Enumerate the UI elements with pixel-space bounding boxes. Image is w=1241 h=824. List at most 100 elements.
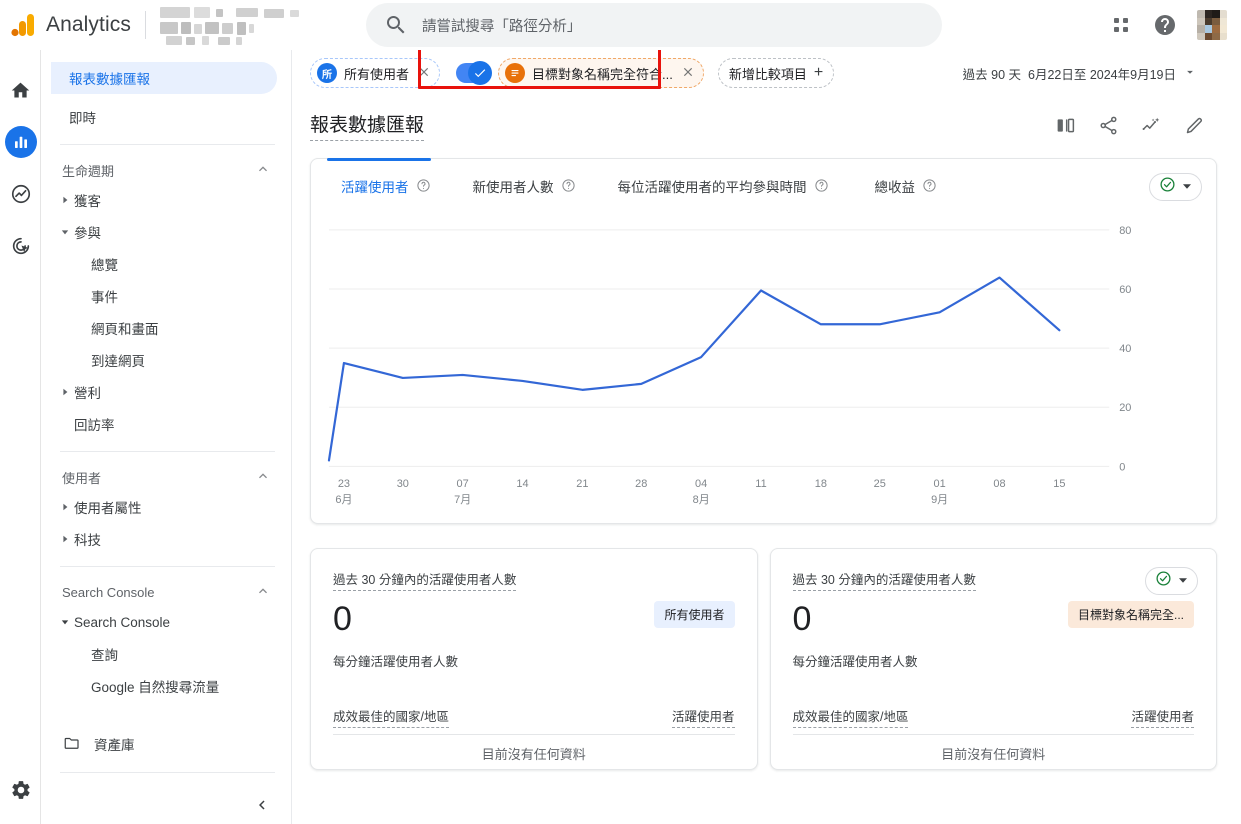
top-bar: Analytics 請嘗試搜尋「路徑分析」 [0, 0, 1241, 50]
page-actions [1055, 115, 1205, 136]
svg-text:23: 23 [338, 478, 350, 490]
sidebar-group-user[interactable]: 使用者 [41, 463, 291, 491]
svg-text:01: 01 [934, 478, 946, 490]
top-bar-actions [1109, 0, 1227, 50]
sidebar-group-label: Search Console [62, 584, 155, 600]
tab-avg-engagement-time[interactable]: 每位活躍使用者的平均參與時間 [604, 159, 843, 212]
svg-text:7月: 7月 [454, 494, 471, 506]
sidebar-item-queries[interactable]: 查詢 [41, 638, 291, 670]
search-icon [384, 13, 408, 37]
home-icon [5, 74, 37, 106]
sidebar-item-pages-screens[interactable]: 網頁和畫面 [41, 312, 291, 344]
sidebar-item-search-console[interactable]: Search Console [41, 606, 291, 638]
add-comparison-label: 新增比較項目 [728, 66, 807, 82]
svg-text:8月: 8月 [693, 494, 710, 506]
sidebar-item-acquisition[interactable]: 獲客 [41, 184, 291, 216]
analytics-bars-logo[interactable] [0, 12, 46, 38]
sidebar-item-label: 獲客 [74, 194, 101, 209]
data-quality-button[interactable] [1149, 173, 1202, 201]
sidebar-item-google-organic[interactable]: Google 自然搜尋流量 [41, 670, 291, 702]
sidebar-item-label: 資產庫 [94, 738, 135, 753]
explore-trend-icon [5, 178, 37, 210]
help-circle-icon[interactable] [814, 178, 829, 193]
sidebar-group-lifecycle[interactable]: 生命週期 [41, 156, 291, 184]
sidebar-item-label: Search Console [74, 614, 171, 630]
help-circle-icon[interactable] [922, 178, 937, 193]
active-users-line-chart[interactable]: 80 60 40 20 0 23 6月 30 07 7月 14 21 28 04… [311, 212, 1216, 523]
compare-split-icon[interactable] [1055, 115, 1076, 136]
sidebar-item-engagement[interactable]: 參與 [41, 216, 291, 248]
search-input[interactable]: 請嘗試搜尋「路徑分析」 [365, 3, 942, 47]
svg-text:40: 40 [1119, 343, 1131, 355]
comparison-chip-audience[interactable]: 目標對象名稱完全符合... [498, 58, 704, 88]
sidebar-item-label: 參與 [74, 226, 101, 241]
sidebar-item-label: 到達網頁 [91, 354, 145, 369]
data-quality-button[interactable] [1145, 567, 1198, 595]
tab-new-users[interactable]: 新使用者人數 [459, 159, 590, 212]
rail-item-advertising[interactable] [0, 220, 41, 272]
sidebar-divider [60, 566, 275, 567]
sidebar-item-landing-page[interactable]: 到達網頁 [41, 344, 291, 376]
sidebar-group-search-console[interactable]: Search Console [41, 578, 291, 606]
close-icon[interactable] [417, 65, 431, 82]
triangle-right-icon [56, 535, 74, 543]
chevron-down-icon [1183, 65, 1197, 82]
sidebar-item-events[interactable]: 事件 [41, 280, 291, 312]
sidebar-item-monetisation[interactable]: 營利 [41, 376, 291, 408]
sidebar-divider [60, 451, 275, 452]
pencil-icon[interactable] [1184, 115, 1205, 136]
tab-total-revenue[interactable]: 總收益 [861, 159, 952, 212]
comparison-toggle[interactable] [456, 61, 493, 85]
svg-text:28: 28 [635, 478, 647, 490]
chevron-up-icon [255, 161, 271, 180]
sidebar-item-reports-snapshot[interactable]: 報表數據匯報 [51, 62, 277, 94]
sidebar-item-retention[interactable]: 回訪率 [41, 408, 291, 440]
rail-item-reports[interactable] [0, 116, 41, 168]
close-icon[interactable] [681, 65, 695, 82]
comparison-chip-all-users[interactable]: 所 所有使用者 [310, 58, 441, 88]
segment-badge: 所有使用者 [654, 601, 735, 628]
sidebar-item-engagement-overview[interactable]: 總覽 [41, 248, 291, 280]
triangle-right-icon [56, 503, 74, 511]
svg-text:20: 20 [1119, 402, 1131, 414]
date-range-picker[interactable]: 過去 90 天 6月22日至 2024年9月19日 [963, 50, 1197, 96]
chevron-left-icon [253, 796, 271, 819]
sidebar-collapse-button[interactable] [247, 792, 277, 822]
svg-text:18: 18 [815, 478, 827, 490]
sidebar-item-tech[interactable]: 科技 [41, 523, 291, 555]
help-circle-icon[interactable] [1153, 13, 1177, 37]
comparison-chip-label: 所有使用者 [344, 66, 410, 82]
tab-label: 總收益 [874, 179, 916, 195]
chart-svg: 80 60 40 20 0 236月 30 077月 14 21 28 048月… [327, 225, 1131, 506]
property-name-redacted[interactable] [158, 4, 334, 46]
apps-grid-icon[interactable] [1109, 13, 1133, 37]
sidebar-item-label: 回訪率 [74, 418, 115, 433]
rail-item-explore[interactable] [0, 168, 41, 220]
chart-y-ticks: 80 60 40 20 0 [1119, 225, 1131, 473]
active-tab-indicator [327, 158, 431, 161]
svg-text:14: 14 [516, 478, 528, 490]
sidebar-item-user-attributes[interactable]: 使用者屬性 [41, 491, 291, 523]
sidebar-group-label: 使用者 [62, 470, 102, 486]
svg-text:6月: 6月 [335, 494, 352, 506]
help-circle-icon[interactable] [561, 178, 576, 193]
share-icon[interactable] [1098, 115, 1119, 136]
svg-text:0: 0 [1119, 461, 1125, 473]
rail-item-admin[interactable] [0, 764, 41, 816]
sidebar-item-realtime[interactable]: 即時 [51, 101, 277, 133]
realtime-label: 過去 30 分鐘內的活躍使用者人數 [792, 569, 976, 591]
comparison-bar: 所 所有使用者 目標對象名稱完全符合... 新增比較項目 + 過去 90 天 6… [292, 50, 1241, 96]
date-range-value: 6月22日至 2024年9月19日 [1028, 67, 1176, 82]
plus-icon: + [813, 64, 824, 81]
svg-text:80: 80 [1119, 225, 1131, 237]
help-circle-icon[interactable] [416, 178, 431, 193]
insights-sparkline-icon[interactable] [1141, 115, 1162, 136]
rail-item-home[interactable] [0, 64, 41, 116]
add-comparison-button[interactable]: 新增比較項目 + [717, 58, 835, 88]
page-title: 報表數據匯報 [310, 110, 425, 141]
column-header-country: 成效最佳的國家/地區 [792, 706, 909, 728]
brand-name: Analytics [46, 13, 131, 36]
user-avatar[interactable] [1197, 10, 1227, 40]
tab-active-users[interactable]: 活躍使用者 [327, 159, 445, 212]
sidebar-item-library[interactable]: 資產庫 [41, 728, 291, 760]
